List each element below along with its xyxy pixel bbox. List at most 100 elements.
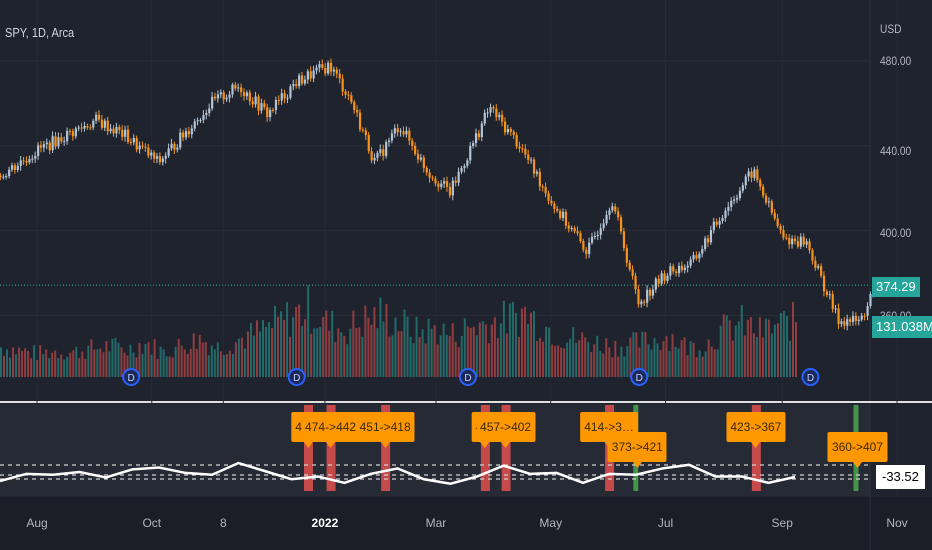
signal-label[interactable]: 474->442 (301, 412, 361, 448)
candle (373, 157, 376, 161)
candle (274, 100, 278, 110)
volume-bar (433, 325, 436, 377)
volume-bar (141, 353, 144, 377)
volume-bar (228, 350, 231, 377)
candle (727, 206, 730, 211)
candle (477, 133, 481, 138)
volume-bar (207, 355, 210, 377)
signal-label[interactable]: 373->421 (607, 432, 667, 468)
candle (393, 128, 396, 134)
candle (680, 265, 684, 271)
candle (199, 119, 202, 121)
candle (570, 227, 573, 229)
candle (2, 176, 5, 178)
candle (686, 265, 689, 268)
candle (622, 231, 626, 249)
candle (506, 128, 510, 133)
candle (846, 319, 849, 326)
volume-bar (144, 343, 147, 377)
signal-label[interactable]: 451->418 (355, 412, 415, 448)
candle (54, 136, 57, 147)
candle (445, 181, 449, 187)
volume-bar (388, 336, 391, 377)
candle (34, 155, 37, 159)
candle (553, 203, 556, 209)
volume-bar (66, 356, 69, 377)
signal-label[interactable]: 457->402 (476, 412, 536, 448)
volume-bar (520, 308, 523, 377)
volume-bar (758, 317, 761, 377)
volume-bar (454, 341, 457, 377)
volume-bar (243, 348, 246, 377)
volume-bar (57, 358, 60, 377)
candle (619, 217, 623, 232)
candle (8, 169, 11, 177)
candle (747, 171, 750, 177)
volume-bar (274, 305, 277, 377)
candle (19, 160, 22, 166)
candle (651, 289, 655, 296)
candle (863, 315, 866, 317)
volume-bar (114, 338, 117, 377)
volume-bar (60, 354, 63, 377)
candle (677, 265, 681, 274)
candle (211, 96, 214, 109)
candle (825, 291, 829, 296)
candle (225, 97, 228, 100)
volume-bar (400, 330, 403, 377)
volume-bar (427, 318, 430, 377)
candle (298, 75, 301, 86)
volume-bar (180, 345, 183, 377)
volume-bar (539, 337, 542, 377)
volume-bar (554, 346, 557, 377)
candle (353, 101, 356, 111)
candle (501, 114, 504, 122)
candle (242, 92, 246, 97)
candle (782, 230, 785, 238)
volume-bar (551, 344, 554, 377)
volume-bar (373, 306, 376, 377)
candle (387, 140, 391, 143)
volume-bar (27, 350, 30, 377)
candle (634, 275, 637, 290)
volume-bar (770, 333, 773, 377)
candle (283, 93, 286, 99)
volume-bar (665, 336, 668, 377)
candle (86, 126, 89, 128)
candle (121, 129, 124, 137)
candle (95, 114, 98, 121)
volume-bar (578, 340, 581, 377)
volume-bar (45, 349, 48, 377)
candle (74, 128, 77, 137)
volume-bar (240, 337, 243, 377)
volume-bar (737, 321, 740, 377)
volume-bar (560, 347, 563, 377)
price-chart[interactable]: DDDDD (0, 0, 932, 550)
candle (808, 241, 811, 251)
volume-bar (517, 336, 520, 377)
candle (541, 186, 544, 188)
candle (390, 133, 394, 141)
candle (776, 218, 779, 227)
volume-bar (271, 327, 274, 377)
volume-bar (716, 349, 719, 377)
volume-bar (671, 334, 674, 377)
volume-bar (382, 321, 385, 377)
volume-bar (566, 342, 569, 377)
dividend-icon-label: D (636, 373, 643, 384)
dividend-icon-label: D (293, 373, 300, 384)
signal-label[interactable]: 360->407 (827, 432, 887, 468)
candle (364, 130, 367, 136)
volume-bar (222, 354, 225, 377)
volume-bar (523, 306, 526, 377)
candle (31, 158, 34, 160)
candle (663, 273, 666, 281)
candle (257, 96, 260, 111)
volume-bar (698, 350, 701, 377)
volume-bar (481, 321, 484, 377)
volume-bar (237, 338, 240, 377)
candle (585, 249, 588, 254)
volume-bar (352, 310, 355, 377)
signal-label[interactable]: 423->367 (726, 412, 786, 448)
candle (0, 175, 2, 178)
